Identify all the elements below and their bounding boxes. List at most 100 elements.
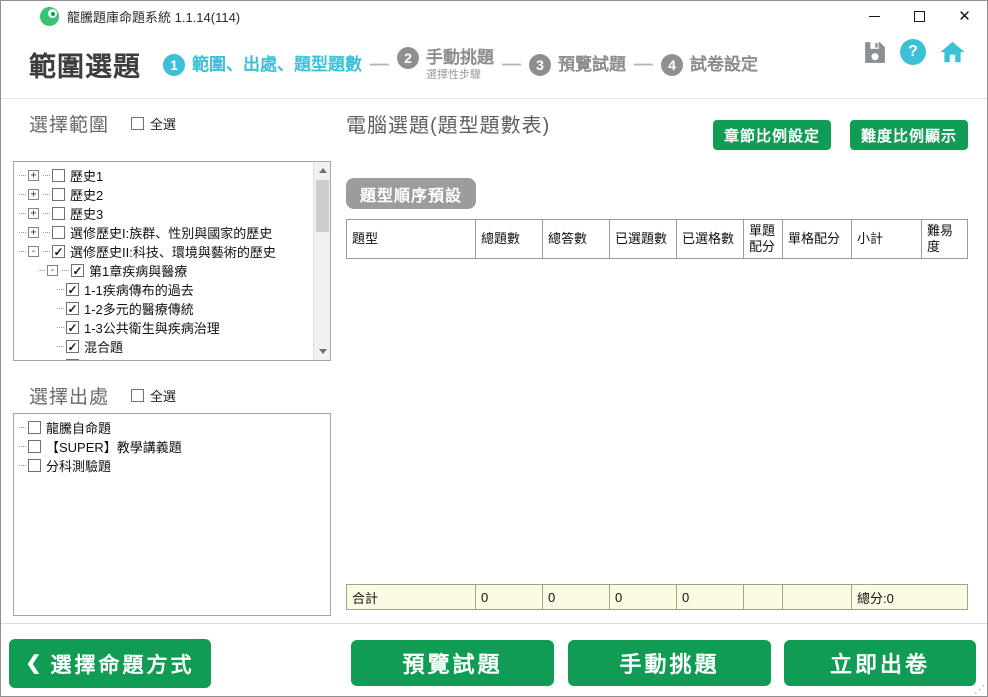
step-texts: 範圍、出處、題型題數 xyxy=(192,54,362,76)
preview-questions-button[interactable]: 預覽試題 xyxy=(351,640,554,686)
tree-item-checkbox[interactable]: ✓ xyxy=(66,321,79,334)
tree-item-label: 第1章疾病與醫療 xyxy=(89,264,188,279)
tree-item-label: 1-1疾病傳布的過去 xyxy=(84,283,194,298)
minimize-button[interactable] xyxy=(852,1,897,32)
check-icon: ✓ xyxy=(67,301,78,316)
source-select-all-label: 全選 xyxy=(150,389,177,404)
tree-item[interactable]: - ✓ 第1章疾病與醫療 xyxy=(14,261,314,280)
tree-connector xyxy=(19,175,26,176)
back-button[interactable]: ❮ 選擇命題方式 xyxy=(9,639,211,688)
total-score: 總分:0 xyxy=(857,590,894,606)
tree-connector xyxy=(57,327,64,328)
help-button[interactable]: ? xyxy=(900,39,926,65)
tree-item-checkbox[interactable] xyxy=(52,169,65,182)
generate-paper-button[interactable]: 立即出卷 xyxy=(784,640,976,686)
tree-item-checkbox[interactable]: ✓ xyxy=(52,245,65,258)
tree-connector xyxy=(43,251,50,252)
close-button[interactable]: ✕ xyxy=(942,1,987,32)
check-icon: ✓ xyxy=(67,282,78,297)
step-3[interactable]: 3 預覽試題 xyxy=(529,53,626,76)
tree-item-checkbox[interactable]: ✓ xyxy=(66,359,79,361)
source-item-label: 龍騰自命題 xyxy=(46,421,112,436)
tree-item[interactable]: ✓ 配套題 xyxy=(14,356,314,361)
step-label: 手動挑題 xyxy=(426,48,494,67)
step-indicator: 1 範圍、出處、題型題數 — 2 手動挑題 選擇性步驟 — 3 預覽試題 — 4 試卷設定 xyxy=(163,47,758,82)
tree-item-checkbox[interactable] xyxy=(52,207,65,220)
source-item[interactable]: 龍騰自命題 xyxy=(14,418,330,437)
tree-item-checkbox[interactable]: ✓ xyxy=(66,283,79,296)
step-number-badge: 3 xyxy=(529,53,551,76)
source-select-all-checkbox[interactable] xyxy=(131,389,145,402)
tree-connector xyxy=(57,346,64,347)
step-number-badge: 2 xyxy=(397,47,419,69)
save-button[interactable] xyxy=(862,40,887,65)
step-separator: — xyxy=(370,53,389,75)
tree-item[interactable]: ✓ 混合題 xyxy=(14,337,314,356)
step-separator: — xyxy=(634,53,653,75)
total-value: 0 xyxy=(677,585,744,609)
tree-item-checkbox[interactable]: ✓ xyxy=(71,264,84,277)
maximize-button[interactable] xyxy=(897,1,942,32)
tree-connector xyxy=(38,270,45,271)
tree-scrollbar[interactable] xyxy=(313,162,330,360)
source-item[interactable]: 【SUPER】教學講義題 xyxy=(14,437,330,456)
tree-item[interactable]: + 歷史3 xyxy=(14,204,314,223)
total-empty-cell xyxy=(744,585,783,609)
range-section-title: 選擇範圍 xyxy=(29,115,110,136)
tree-item[interactable]: - ✓ 選修歷史II:科技、環境與藝術的歷史 xyxy=(14,242,314,261)
tree-connector xyxy=(57,308,64,309)
source-item-checkbox[interactable] xyxy=(28,440,41,453)
check-icon: ✓ xyxy=(67,320,78,335)
tree-connector xyxy=(19,194,26,195)
tree-item-label: 歷史2 xyxy=(70,188,104,203)
check-icon: ✓ xyxy=(72,263,83,278)
source-item[interactable]: 分科測驗題 xyxy=(14,456,330,475)
help-icon: ? xyxy=(908,43,918,60)
scroll-thumb[interactable] xyxy=(316,180,329,232)
collapse-minus-icon[interactable]: - xyxy=(47,265,58,276)
tree-item-checkbox[interactable]: ✓ xyxy=(66,302,79,315)
expand-plus-icon[interactable]: + xyxy=(28,189,39,200)
page-title: 範圍選題 xyxy=(29,52,141,82)
range-select-all-checkbox[interactable] xyxy=(131,117,145,130)
tree-connector xyxy=(43,194,50,195)
check-icon: ✓ xyxy=(67,339,78,354)
tree-item-checkbox[interactable] xyxy=(52,226,65,239)
tree-item[interactable]: ✓ 1-2多元的醫療傳統 xyxy=(14,299,314,318)
step-2[interactable]: 2 手動挑題 選擇性步驟 xyxy=(397,47,494,82)
expand-plus-icon[interactable]: + xyxy=(28,170,39,181)
home-icon xyxy=(940,41,965,63)
chapter-ratio-button[interactable]: 章節比例設定 xyxy=(712,120,831,150)
check-icon: ✓ xyxy=(67,360,77,361)
home-button[interactable] xyxy=(939,39,966,65)
difficulty-ratio-button[interactable]: 難度比例顯示 xyxy=(849,120,968,150)
scroll-up-icon[interactable] xyxy=(314,162,330,179)
tree-item-checkbox[interactable] xyxy=(52,188,65,201)
step-texts: 手動挑題 選擇性步驟 xyxy=(426,47,494,82)
manual-pick-button[interactable]: 手動挑題 xyxy=(568,640,771,686)
scroll-down-icon[interactable] xyxy=(314,343,330,360)
total-value: 0 xyxy=(543,585,610,609)
collapse-minus-icon[interactable]: - xyxy=(28,246,39,257)
question-type-order-button[interactable]: 題型順序預設 xyxy=(346,178,477,209)
column-header: 總題數 xyxy=(476,220,543,258)
tree-connector xyxy=(19,465,26,466)
tree-item[interactable]: + 選修歷史I:族群、性別與國家的歷史 xyxy=(14,223,314,242)
total-empty-cell xyxy=(783,585,852,609)
source-item-checkbox[interactable] xyxy=(28,421,41,434)
step-texts: 試卷設定 xyxy=(690,54,758,76)
tree-item[interactable]: + 歷史2 xyxy=(14,185,314,204)
tree-item[interactable]: ✓ 1-1疾病傳布的過去 xyxy=(14,280,314,299)
expand-plus-icon[interactable]: + xyxy=(28,227,39,238)
step-4[interactable]: 4 試卷設定 xyxy=(661,53,758,76)
tree-connector xyxy=(43,213,50,214)
tree-item[interactable]: ✓ 1-3公共衛生與疾病治理 xyxy=(14,318,314,337)
expand-plus-icon[interactable]: + xyxy=(28,208,39,219)
title-bar: 龍騰題庫命題系統 1.1.14(114) ✕ xyxy=(1,1,987,32)
source-item-checkbox[interactable] xyxy=(28,459,41,472)
step-1[interactable]: 1 範圍、出處、題型題數 xyxy=(163,53,362,76)
tree-connector xyxy=(19,251,26,252)
tree-item[interactable]: + 歷史1 xyxy=(14,166,314,185)
tree-item-checkbox[interactable]: ✓ xyxy=(66,340,79,353)
resize-grip-icon[interactable]: ⋰ xyxy=(974,683,985,696)
